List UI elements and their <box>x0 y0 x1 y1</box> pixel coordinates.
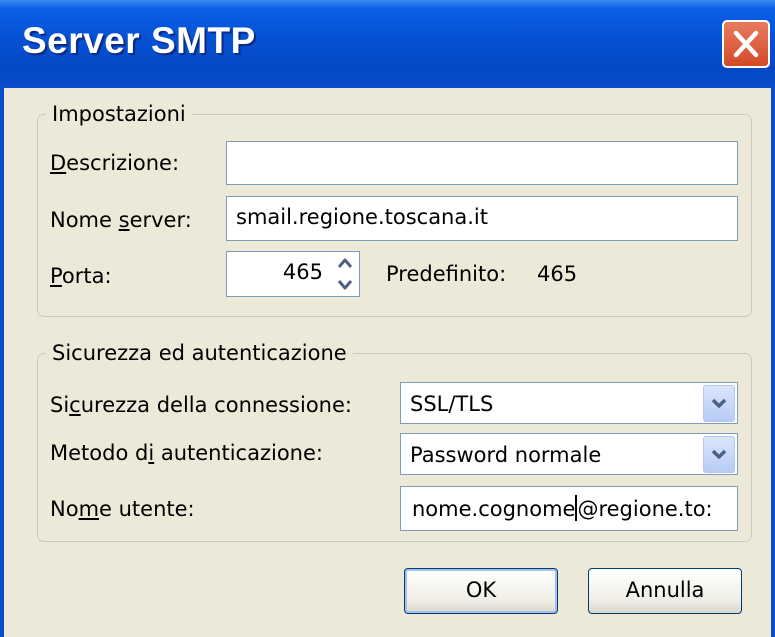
arrow-down-icon <box>337 280 353 290</box>
auth-method-value: Password normale <box>410 443 602 467</box>
arrow-up-icon <box>337 258 353 268</box>
window-title: Server SMTP <box>22 20 256 61</box>
auth-method-select[interactable]: Password normale <box>400 433 738 475</box>
security-group-legend: Sicurezza ed autenticazione <box>52 341 347 365</box>
window-frame-right <box>771 88 775 637</box>
cancel-button-label: Annulla <box>625 578 705 602</box>
title-bar[interactable]: Server SMTP <box>0 0 775 88</box>
smtp-server-dialog: Server SMTP Impostazioni Descrizione: No… <box>0 0 775 637</box>
chevron-down-icon <box>711 449 727 459</box>
username-value-after-cursor: @regione.to: <box>577 497 713 521</box>
connection-security-value: SSL/TLS <box>410 392 494 416</box>
port-increment-button[interactable] <box>333 254 357 274</box>
auth-method-label: Metodo di autenticazione: <box>50 441 323 465</box>
auth-method-dropdown-button[interactable] <box>703 436 735 473</box>
cancel-button[interactable]: Annulla <box>588 568 742 614</box>
port-spin-buttons <box>333 254 357 294</box>
settings-group-legend: Impostazioni <box>52 102 186 126</box>
port-spinner[interactable]: 465 <box>226 251 360 297</box>
description-label: Descrizione: <box>50 151 180 175</box>
port-label: Porta: <box>50 264 112 288</box>
close-button[interactable] <box>722 20 770 68</box>
port-default-label: Predefinito: <box>386 262 507 286</box>
connection-security-select[interactable]: SSL/TLS <box>400 382 738 424</box>
port-value: 465 <box>282 260 323 284</box>
port-decrement-button[interactable] <box>333 274 357 294</box>
ok-button-label: OK <box>465 578 497 602</box>
port-default-value: 465 <box>537 262 578 286</box>
connection-security-dropdown-button[interactable] <box>703 385 735 422</box>
username-label: Nome utente: <box>50 497 195 521</box>
server-name-input[interactable]: smail.regione.toscana.it <box>226 196 738 241</box>
username-value-before-cursor: nome.cognome <box>412 497 576 521</box>
ok-button[interactable]: OK <box>404 568 558 614</box>
connection-security-label: Sicurezza della connessione: <box>50 393 352 417</box>
chevron-down-icon <box>711 398 727 408</box>
close-x-icon <box>733 30 759 58</box>
window-frame-left <box>0 88 4 637</box>
username-input[interactable]: nome.cognome@regione.to: <box>400 486 738 531</box>
description-input[interactable] <box>226 141 738 185</box>
server-name-label: Nome server: <box>50 208 192 232</box>
